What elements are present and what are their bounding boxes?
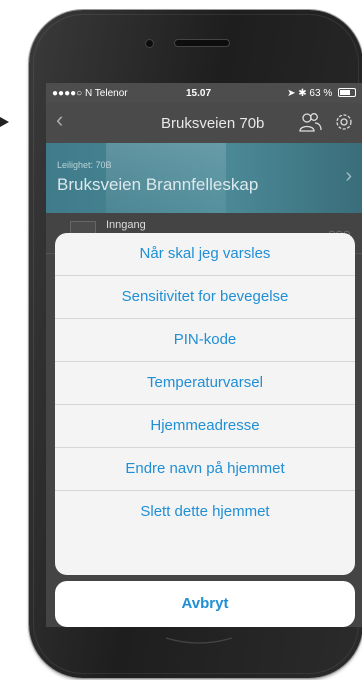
status-bar: ●●●●○ N Telenor 15.07 ➤ ✱ 63 %	[46, 83, 362, 103]
rename-home-button[interactable]: Endre navn på hjemmet	[55, 448, 355, 491]
location-icon: ➤	[287, 88, 296, 99]
clock: 15.07	[186, 88, 212, 99]
device-name: Inngang	[106, 219, 146, 231]
page-title: Bruksveien 70b	[161, 115, 265, 132]
apartment-label: Leilighet: 70B	[57, 160, 112, 170]
bluetooth-icon: ✱	[298, 88, 307, 99]
battery-status: ➤ ✱ 63 %	[287, 88, 356, 99]
notify-settings-button[interactable]: Når skal jeg varsles	[55, 233, 355, 276]
pin-code-button[interactable]: PIN-kode	[55, 319, 355, 362]
temperature-alert-button[interactable]: Temperaturvarsel	[55, 362, 355, 405]
battery-icon	[338, 88, 356, 97]
battery-percent: 63 %	[309, 88, 333, 99]
action-sheet: Når skal jeg varsles Sensitivitet for be…	[55, 233, 355, 575]
earpiece-speaker	[175, 40, 229, 46]
phone-frame: ●●●●○ N Telenor 15.07 ➤ ✱ 63 % ‹ Bruksve…	[29, 10, 362, 678]
chevron-left-icon[interactable]: ‹	[56, 109, 63, 131]
navigation-bar: ‹ Bruksveien 70b	[46, 103, 362, 143]
app-screen: ●●●●○ N Telenor 15.07 ➤ ✱ 63 % ‹ Bruksve…	[46, 83, 362, 627]
cancel-button[interactable]: Avbryt	[55, 581, 355, 627]
motion-sensitivity-button[interactable]: Sensitivitet for bevegelse	[55, 276, 355, 319]
home-button[interactable]	[164, 636, 234, 646]
chevron-right-icon: ›	[345, 165, 352, 187]
carrier-label: ●●●●○ N Telenor	[52, 88, 128, 99]
home-name: Bruksveien Brannfelleskap	[57, 175, 259, 194]
front-camera	[146, 40, 153, 47]
pointer-arrow	[0, 117, 9, 127]
delete-home-button[interactable]: Slett dette hjemmet	[55, 491, 355, 533]
users-icon[interactable]	[298, 111, 322, 133]
gear-icon[interactable]	[333, 111, 355, 133]
home-banner[interactable]: Leilighet: 70B Bruksveien Brannfelleskap…	[46, 143, 362, 213]
home-address-button[interactable]: Hjemmeadresse	[55, 405, 355, 448]
